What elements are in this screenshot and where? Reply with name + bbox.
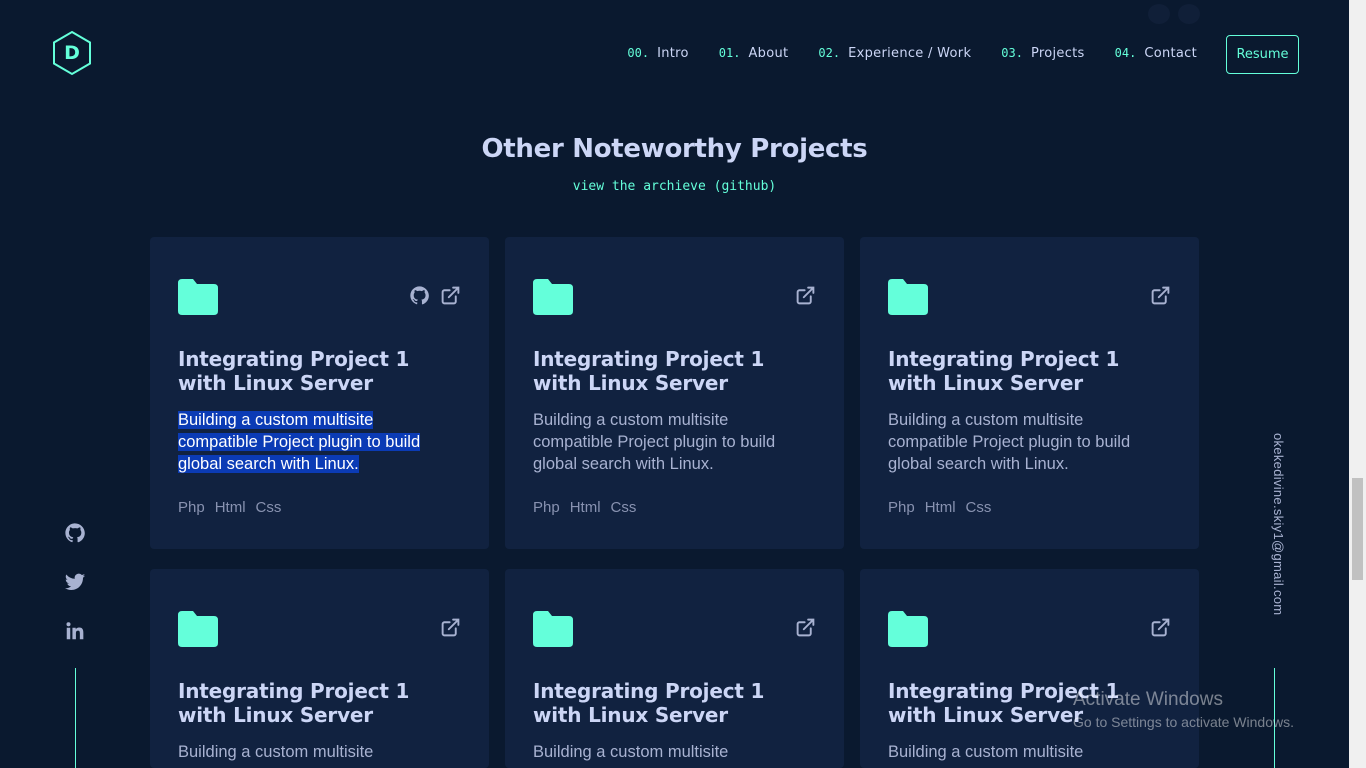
card-description: Building a custom multisite bbox=[178, 743, 374, 761]
logo[interactable]: D bbox=[52, 30, 92, 76]
logo-letter: D bbox=[64, 42, 80, 64]
email-link[interactable]: okekedivine.skiy1@gmail.com bbox=[1266, 433, 1286, 618]
card-description: Building a custom multisite compatible P… bbox=[178, 409, 448, 475]
portfolio-page: D 00. Intro 01. About 02. Experience / W… bbox=[0, 0, 1366, 768]
nav-label: Projects bbox=[1030, 46, 1085, 61]
tag: Php bbox=[888, 499, 915, 516]
nav-label: Intro bbox=[657, 46, 689, 61]
main-nav: 00. Intro 01. About 02. Experience / Wor… bbox=[627, 46, 1197, 61]
linkedin-icon[interactable] bbox=[64, 620, 86, 642]
project-card[interactable]: Integrating Project 1 with Linux Server … bbox=[150, 237, 489, 549]
tech-tags: Php Html Css bbox=[533, 499, 816, 516]
project-card[interactable]: Integrating Project 1 with Linux Server … bbox=[860, 569, 1199, 768]
tag: Html bbox=[214, 499, 246, 516]
external-link-icon[interactable] bbox=[440, 617, 461, 638]
card-title: Integrating Project 1 with Linux Server bbox=[178, 679, 410, 727]
nav-number: 04. bbox=[1114, 46, 1137, 60]
nav-number: 00. bbox=[627, 46, 650, 60]
tag: Php bbox=[178, 499, 205, 516]
tag: Html bbox=[569, 499, 601, 516]
tag: Css bbox=[255, 499, 282, 516]
external-link-icon[interactable] bbox=[795, 285, 816, 306]
external-link-icon[interactable] bbox=[795, 617, 816, 638]
nav-number: 03. bbox=[1001, 46, 1023, 60]
resume-button[interactable]: Resume bbox=[1226, 35, 1299, 74]
folder-icon bbox=[533, 611, 573, 647]
tag: Css bbox=[610, 499, 637, 516]
folder-icon bbox=[888, 611, 928, 647]
left-rail-line bbox=[75, 668, 76, 768]
nav-number: 02. bbox=[818, 46, 841, 60]
project-card[interactable]: Integrating Project 1 with Linux Server … bbox=[860, 237, 1199, 549]
card-description: Building a custom multisite compatible P… bbox=[533, 411, 776, 473]
nav-item-projects[interactable]: 03. Projects bbox=[1001, 46, 1084, 61]
folder-icon bbox=[178, 279, 218, 315]
card-title: Integrating Project 1 with Linux Server bbox=[533, 347, 765, 395]
nav-item-contact[interactable]: 04. Contact bbox=[1115, 46, 1197, 61]
nav-item-experience[interactable]: 02. Experience / Work bbox=[818, 46, 971, 61]
card-title: Integrating Project 1 with Linux Server bbox=[533, 679, 765, 727]
github-icon[interactable] bbox=[409, 285, 430, 306]
watermark-subtitle: Go to Settings to activate Windows. bbox=[1073, 714, 1294, 730]
folder-icon bbox=[888, 279, 928, 315]
external-link-icon[interactable] bbox=[1150, 285, 1171, 306]
nav-item-intro[interactable]: 00. Intro bbox=[627, 46, 688, 61]
folder-icon bbox=[533, 279, 573, 315]
card-description: Building a custom multisite compatible P… bbox=[888, 411, 1131, 473]
project-card[interactable]: Integrating Project 1 with Linux Server … bbox=[505, 569, 844, 768]
tech-tags: Php Html Css bbox=[178, 499, 461, 516]
social-links bbox=[64, 522, 86, 642]
card-title: Integrating Project 1 with Linux Server bbox=[178, 347, 410, 395]
activate-windows-watermark: Activate Windows Go to Settings to activ… bbox=[1073, 689, 1294, 730]
project-card[interactable]: Integrating Project 1 with Linux Server … bbox=[150, 569, 489, 768]
nav-number: 01. bbox=[718, 46, 741, 60]
section-title: Other Noteworthy Projects bbox=[481, 134, 868, 164]
nav-label: Experience / Work bbox=[848, 46, 972, 61]
tag: Html bbox=[924, 499, 956, 516]
tag: Php bbox=[533, 499, 560, 516]
external-link-icon[interactable] bbox=[1150, 617, 1171, 638]
tag: Css bbox=[965, 499, 992, 516]
folder-icon bbox=[178, 611, 218, 647]
project-card[interactable]: Integrating Project 1 with Linux Server … bbox=[505, 237, 844, 549]
scrollbar-thumb[interactable] bbox=[1352, 478, 1363, 580]
tech-tags: Php Html Css bbox=[888, 499, 1171, 516]
card-title: Integrating Project 1 with Linux Server bbox=[888, 347, 1120, 395]
selected-text: Building a custom multisite compatible P… bbox=[178, 411, 421, 473]
faint-decoration bbox=[1148, 4, 1200, 24]
nav-label: About bbox=[748, 46, 789, 61]
scrollbar-track[interactable] bbox=[1349, 0, 1366, 768]
twitter-icon[interactable] bbox=[64, 571, 86, 593]
watermark-title: Activate Windows bbox=[1073, 689, 1223, 710]
nav-item-about[interactable]: 01. About bbox=[719, 46, 789, 61]
nav-label: Contact bbox=[1144, 46, 1197, 61]
github-icon[interactable] bbox=[64, 522, 86, 544]
archive-link[interactable]: view the archieve (github) bbox=[0, 179, 1349, 194]
external-link-icon[interactable] bbox=[440, 285, 461, 306]
card-description: Building a custom multisite bbox=[888, 743, 1084, 761]
card-description: Building a custom multisite bbox=[533, 743, 729, 761]
